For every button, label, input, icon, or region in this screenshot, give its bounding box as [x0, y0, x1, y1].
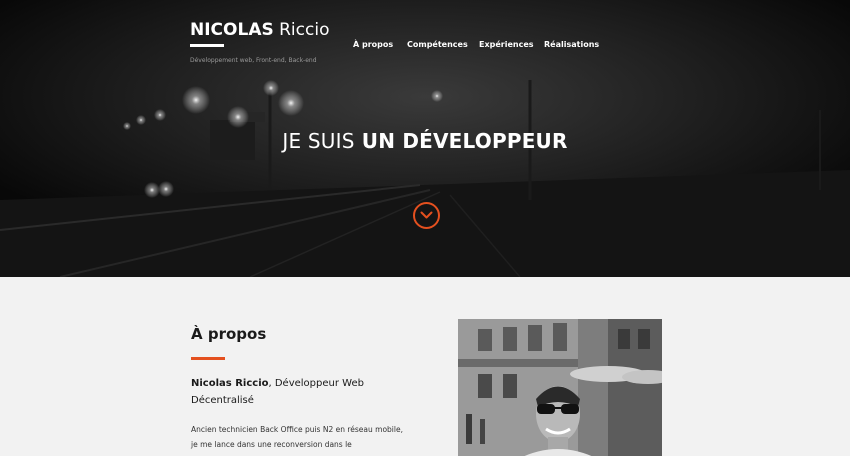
brand-name: NICOLAS Riccio [190, 20, 329, 40]
site-logo[interactable]: NICOLAS Riccio [190, 20, 329, 47]
about-title: À propos [191, 325, 267, 343]
nav-item-realisations[interactable]: Réalisations [544, 40, 599, 49]
brand-underline [190, 44, 224, 47]
brand-tagline: Développement web, Front-end, Back-end [190, 57, 317, 64]
about-text-line-2: je me lance dans une reconversion dans l… [191, 440, 352, 449]
nav-item-competences[interactable]: Compétences [407, 40, 468, 49]
about-title-underline [191, 357, 225, 360]
nav-item-a-propos[interactable]: À propos [353, 40, 393, 49]
brand-name-bold: NICOLAS [190, 20, 274, 40]
about-text-line-1: Ancien technicien Back Office puis N2 en… [191, 425, 403, 434]
chevron-down-icon [420, 211, 433, 219]
scroll-down-button[interactable] [413, 202, 440, 229]
about-section: À propos Nicolas Riccio, Développeur Web… [0, 277, 850, 456]
about-text: Ancien technicien Back Office puis N2 en… [191, 422, 421, 452]
hero-title: JE SUIS UN DÉVELOPPEUR [0, 129, 850, 153]
hero-title-light: JE SUIS [282, 129, 355, 153]
profile-photo [458, 319, 662, 456]
about-lead: Nicolas Riccio, Développeur Web Décentra… [191, 375, 411, 409]
hero-title-bold: UN DÉVELOPPEUR [361, 129, 568, 153]
brand-name-light: Riccio [279, 20, 330, 40]
about-lead-name: Nicolas Riccio [191, 378, 269, 389]
hero-section: NICOLAS Riccio Développement web, Front-… [0, 0, 850, 277]
nav-item-experiences[interactable]: Expériences [479, 40, 534, 49]
